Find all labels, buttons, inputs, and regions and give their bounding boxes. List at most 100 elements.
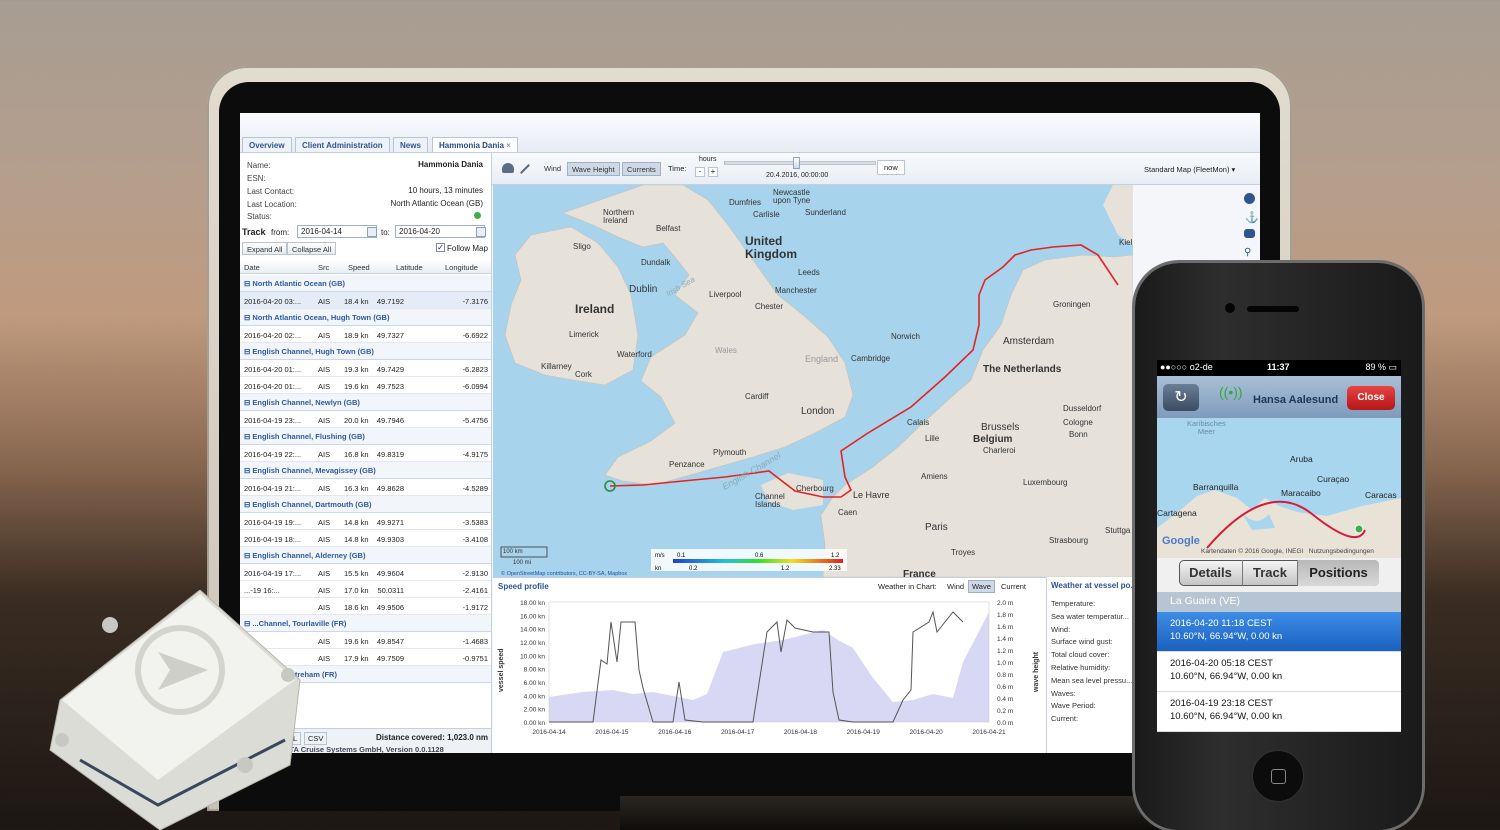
group-header[interactable]: ⊟ English Channel, Hugh Town (GB) (240, 343, 491, 360)
legend-unit-kn: kn (655, 566, 661, 572)
car-icon[interactable] (1244, 229, 1255, 238)
phone-screen: ●●○○○ o2-de 11:37 89 % ▭ ↻ ((•)) Hansa A… (1157, 360, 1401, 732)
table-row[interactable]: 2016-04-19 19:... AIS 14.8 kn 49.9271 -3.538… (240, 513, 491, 530)
calendar-icon[interactable] (367, 227, 377, 237)
globe-icon[interactable] (1244, 193, 1255, 204)
hours-minus-button[interactable]: - (695, 167, 705, 177)
group-header[interactable]: ⊟ North Atlantic Ocean, Hugh Town (GB) (240, 309, 491, 326)
close-button[interactable]: Close (1347, 386, 1395, 410)
weather-in-chart-label: Weather in Chart: (878, 582, 937, 591)
device-screw (237, 757, 253, 773)
y2-tick-label: 1.6 m (997, 624, 1013, 631)
position-list-item[interactable]: 2016-04-20 11:18 CEST 10.60°N, 66.94°W, 0… (1157, 612, 1401, 652)
table-row[interactable]: 2016-04-19 22:... AIS 16.8 kn 49.8319 -4.917… (240, 445, 491, 462)
table-row[interactable]: 2016-04-19 21:... AIS 16.3 kn 49.8628 -4.528… (240, 479, 491, 496)
group-header[interactable]: ⊟ North Atlantic Ocean (GB) (240, 275, 491, 292)
battery: 89 % ▭ (1365, 362, 1397, 372)
segment-positions[interactable]: Positions (1298, 560, 1379, 586)
map-type-select[interactable]: Standard Map (FleetMon) ▾ (1144, 165, 1235, 174)
group-header[interactable]: ⊟ English Channel, Newlyn (GB) (240, 394, 491, 411)
col-src[interactable]: Src (318, 263, 329, 272)
table-row[interactable]: 2016-04-20 02:... AIS 18.9 kn 49.7327 -6.692… (240, 326, 491, 343)
map-label-amiens: Amiens (921, 472, 948, 481)
map-label-wales: Wales (715, 346, 737, 355)
home-button[interactable] (1252, 750, 1304, 802)
wave-height-toggle[interactable]: Wave Height (567, 162, 620, 176)
segment-details[interactable]: Details (1179, 560, 1243, 586)
expand-all-button[interactable]: Expand All (242, 242, 288, 255)
segment-track[interactable]: Track (1243, 560, 1298, 586)
table-cell: 17.0 kn (344, 586, 369, 595)
time-slider-handle[interactable] (793, 157, 800, 169)
map-label-sunderland: Sunderland (805, 208, 846, 217)
map-label-chester: Chester (755, 302, 784, 311)
calendar-icon[interactable] (476, 227, 486, 237)
now-button[interactable]: now (877, 160, 905, 175)
x-tick-label: 2016-04-21 (972, 729, 1006, 736)
time-slider[interactable] (724, 161, 876, 165)
hours-plus-button[interactable]: + (708, 167, 718, 177)
wind-toggle[interactable]: Wind (540, 162, 565, 176)
tab-client-administration[interactable]: Client Administration (295, 137, 390, 152)
status-ok-icon (474, 212, 481, 219)
chart-current-toggle[interactable]: Current (999, 581, 1028, 592)
group-header[interactable]: ⊟ English Channel, Alderney (GB) (240, 547, 491, 564)
from-date-input[interactable]: 2016-04-14 (297, 225, 377, 238)
map-label-manchester: Manchester (775, 286, 817, 295)
laptop-screen: Overview Client Administration News Hamm… (240, 113, 1260, 753)
currents-toggle[interactable]: Currents (622, 162, 661, 176)
x-tick-label: 2016-04-18 (784, 729, 818, 736)
cloud-icon[interactable] (502, 163, 514, 173)
speed-profile-panel: Speed profile Weather in Chart: Wind Wav… (493, 577, 1046, 753)
group-header[interactable]: ⊟ English Channel, Dartmouth (GB) (240, 496, 491, 513)
table-row[interactable]: 2016-04-20 03:... AIS 18.4 kn 49.7192 -7.317… (240, 292, 491, 309)
table-row[interactable]: 2016-04-19 17:... AIS 15.5 kn 49.9604 -2.913… (240, 564, 491, 581)
group-header[interactable]: ⊟ English Channel, Mevagissey (GB) (240, 462, 491, 479)
refresh-button[interactable]: ↻ (1163, 384, 1199, 411)
table-cell: -6.6922 (462, 331, 488, 340)
table-cell: 18.4 kn (344, 297, 369, 306)
group-title: English Channel, Mevagissey (GB) (252, 466, 376, 475)
zoom-icon[interactable]: ⚲ (1244, 247, 1251, 258)
table-row[interactable]: 2016-04-20 01:... AIS 19.3 kn 49.7429 -6.282… (240, 360, 491, 377)
phone-vessel-marker[interactable] (1354, 524, 1364, 534)
map-label-cologne: Cologne (1063, 418, 1093, 427)
phone-map[interactable]: Aruba Curaçao Barranquilla Maracaibo Caracas… (1157, 418, 1401, 558)
tab-close-icon[interactable]: × (506, 141, 511, 150)
tab-overview[interactable]: Overview (242, 137, 292, 152)
y-tick-label: 2.00 kn (524, 707, 546, 714)
follow-map-label: Follow Map (447, 244, 488, 253)
tab-hammonia-dania[interactable]: Hammonia Dania × (432, 137, 518, 152)
group-header[interactable]: ⊟ English Channel, Flushing (GB) (240, 428, 491, 445)
table-row[interactable]: 2016-04-19 23:... AIS 20.0 kn 49.7946 -5.475… (240, 411, 491, 428)
map-view[interactable]: 100 km 100 mi m/s kn 0.1 0.6 1.2 0.2 1.2… (493, 185, 1133, 577)
phone-map-attribution[interactable]: Kartendaten © 2016 Google, INEGI Nutzung… (1201, 548, 1374, 555)
table-cell: -0.9751 (462, 654, 488, 663)
chart-wind-toggle[interactable]: Wind (945, 581, 966, 592)
col-speed[interactable]: Speed (348, 263, 370, 272)
col-longitude[interactable]: Longitude (445, 263, 478, 272)
table-row[interactable]: 2016-04-19 18:... AIS 14.8 kn 49.9303 -3.410… (240, 530, 491, 547)
anchor-icon[interactable]: ⚓ (1245, 211, 1259, 224)
collapse-all-button[interactable]: Collapse All (287, 242, 337, 255)
col-latitude[interactable]: Latitude (396, 263, 423, 272)
weather-field-label: Waves: (1051, 688, 1076, 698)
map-label-kiel: Kiel (1119, 238, 1133, 247)
phone-camera (1225, 303, 1235, 313)
map-attribution[interactable]: © OpenStreetMap contributors, CC-BY-SA, … (501, 570, 627, 577)
phone-map-label-curacao: Curaçao (1317, 474, 1350, 484)
y-tick-label: 8.00 kn (524, 667, 546, 674)
table-cell: 49.7429 (376, 365, 404, 374)
table-cell: 15.5 kn (344, 569, 369, 578)
follow-map-checkbox[interactable]: ✓ (436, 243, 445, 252)
map-label-dusseldorf: Dusseldorf (1063, 404, 1102, 413)
position-list-item[interactable]: 2016-04-19 23:18 CEST 10.60°N, 66.94°W, 0… (1157, 692, 1401, 732)
table-cell: AIS (318, 297, 331, 306)
map-label-cork: Cork (575, 370, 592, 379)
tab-news[interactable]: News (393, 137, 428, 152)
table-row[interactable]: 2016-04-20 01:... AIS 19.6 kn 49.7523 -6.099… (240, 377, 491, 394)
pencil-icon[interactable] (520, 164, 530, 174)
to-date-input[interactable]: 2016-04-20 (395, 225, 485, 238)
col-date[interactable]: Date (244, 263, 260, 272)
position-list-item[interactable]: 2016-04-20 05:18 CEST 10.60°N, 66.94°W, 0… (1157, 652, 1401, 692)
